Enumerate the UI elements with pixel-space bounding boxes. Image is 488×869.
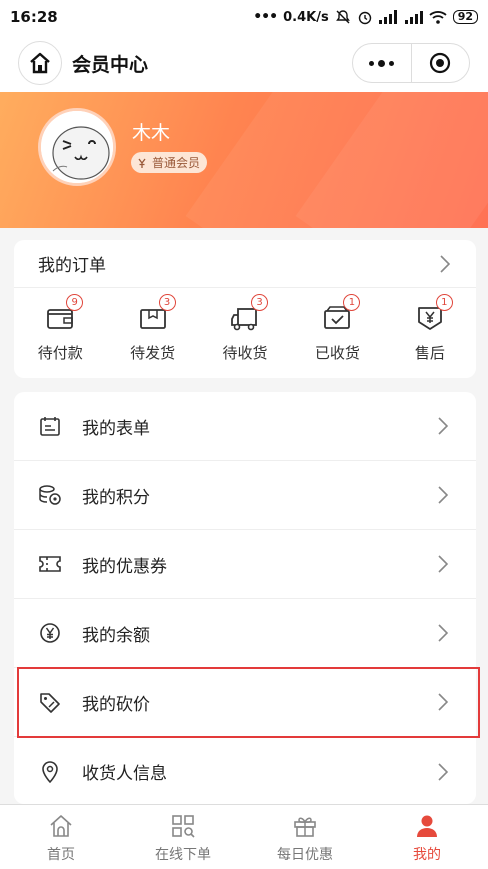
order-status-label: 售后 (414, 344, 445, 362)
member-level-badge: 普通会员 (131, 152, 208, 173)
order-status-to-receive[interactable]: 3 待收货 (199, 288, 291, 378)
menu-item-my-forms[interactable]: 我的表单 (14, 392, 476, 461)
grid-search-icon (172, 815, 195, 838)
menu-item-my-points[interactable]: 我的积分 (14, 461, 476, 530)
order-count-badge: 3 (251, 294, 269, 311)
alarm-icon (358, 11, 371, 25)
status-icons: ••• 0.4K/s 92 (253, 9, 478, 25)
ticket-icon (39, 556, 61, 572)
order-count-badge: 1 (343, 294, 361, 311)
yen-circle-icon (40, 623, 60, 643)
bottom-tab-bar: 首页 在线下单 每日优惠 我的 (0, 804, 488, 869)
more-indicator-icon: ••• (253, 9, 278, 25)
tab-label: 每日优惠 (277, 847, 333, 863)
tab-label: 在线下单 (155, 847, 211, 863)
home-icon (50, 815, 72, 837)
status-time: 16:28 (10, 8, 58, 26)
orders-card: 我的订单 9 待付款 3 待发货 3 待收货 1 已收货 1 售后 (14, 240, 476, 378)
chevron-right-icon (438, 693, 448, 711)
menu-item-my-bargains[interactable]: 我的砍价 (14, 668, 476, 737)
menu-item-my-coupons[interactable]: 我的优惠券 (14, 530, 476, 599)
menu-item-label: 我的优惠券 (82, 556, 167, 577)
avatar[interactable] (38, 108, 116, 186)
menu-item-label: 我的砍价 (82, 694, 150, 715)
nav-bar: 会员中心 (0, 34, 488, 92)
chevron-right-icon (438, 417, 448, 435)
order-status-label: 已收货 (314, 344, 360, 362)
more-button[interactable] (353, 44, 411, 82)
order-count-badge: 9 (66, 294, 84, 311)
menu-item-label: 收货人信息 (82, 764, 167, 784)
gift-icon (294, 817, 316, 837)
form-icon (40, 417, 60, 436)
orders-title: 我的订单 (38, 256, 106, 276)
member-level-label: 普通会员 (152, 156, 201, 170)
order-status-after-sales[interactable]: 1 售后 (384, 288, 476, 378)
yen-tag-icon (138, 158, 146, 168)
chevron-right-icon (438, 486, 448, 504)
battery-indicator: 92 (452, 10, 478, 24)
order-count-badge: 3 (158, 294, 176, 311)
signal-icon (378, 10, 397, 24)
wifi-icon (429, 11, 447, 24)
menu-item-label: 我的表单 (82, 418, 150, 439)
chevron-right-icon (438, 555, 448, 573)
chevron-right-icon (440, 254, 450, 273)
tab-label: 我的 (413, 847, 441, 863)
home-icon (30, 52, 50, 74)
chevron-right-icon (438, 762, 448, 781)
location-icon (42, 760, 58, 783)
order-count-badge: 1 (435, 294, 453, 311)
order-status-label: 待付款 (37, 344, 83, 362)
more-dots-icon (369, 59, 395, 67)
network-speed: 0.4K/s (283, 9, 329, 25)
order-status-pending-payment[interactable]: 9 待付款 (14, 288, 106, 378)
tab-mine[interactable]: 我的 (366, 805, 488, 869)
chevron-right-icon (438, 624, 448, 642)
tab-daily-deals[interactable]: 每日优惠 (244, 805, 366, 869)
order-status-label: 待收货 (222, 344, 268, 362)
close-mini-program-button[interactable] (412, 44, 470, 82)
my-orders-row[interactable]: 我的订单 (14, 240, 476, 288)
menu-item-label: 我的余额 (82, 625, 150, 646)
target-close-icon (430, 52, 451, 74)
menu-item-my-balance[interactable]: 我的余额 (14, 599, 476, 668)
order-status-label: 待发货 (130, 344, 176, 362)
menu-item-recipient-info[interactable]: 收货人信息 (14, 737, 476, 804)
page-title: 会员中心 (72, 53, 149, 76)
tab-label: 首页 (47, 847, 75, 863)
order-status-to-ship[interactable]: 3 待发货 (106, 288, 198, 378)
user-icon (417, 815, 437, 837)
mini-program-capsule (352, 43, 470, 83)
mute-icon (335, 10, 350, 24)
menu-list: 我的表单 我的积分 我的优惠券 我的余额 我的砍价 收货人信息 (14, 392, 476, 804)
order-status-list: 9 待付款 3 待发货 3 待收货 1 已收货 1 售后 (14, 288, 476, 378)
profile-header: 木木 普通会员 (0, 92, 488, 228)
tag-icon (40, 693, 60, 713)
tab-order-online[interactable]: 在线下单 (122, 805, 244, 869)
menu-item-label: 我的积分 (82, 487, 150, 508)
hd-signal-icon (404, 11, 423, 24)
status-bar: 16:28 ••• 0.4K/s 92 (0, 0, 488, 34)
home-button[interactable] (18, 41, 62, 85)
avatar-face-icon (41, 111, 113, 183)
coins-icon (39, 485, 61, 505)
user-name: 木木 (132, 122, 171, 144)
tab-home[interactable]: 首页 (0, 805, 122, 869)
order-status-received[interactable]: 1 已收货 (291, 288, 383, 378)
